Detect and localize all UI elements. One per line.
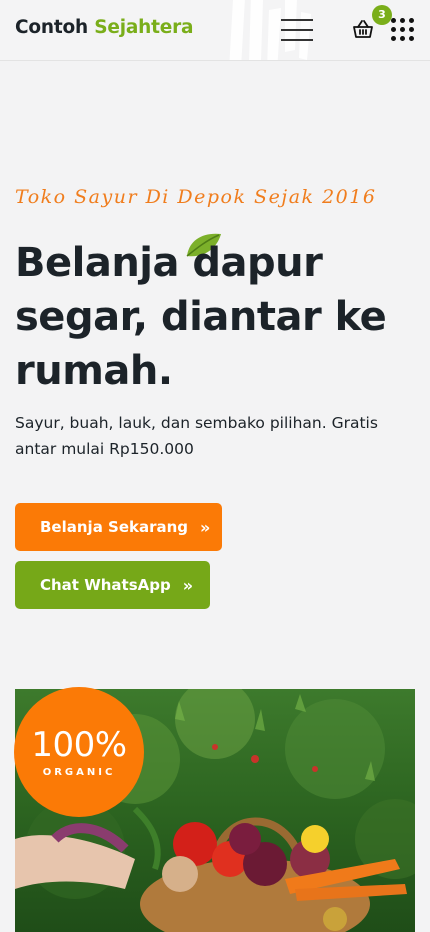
whatsapp-label: Chat WhatsApp xyxy=(40,576,171,594)
shop-now-button[interactable]: Belanja Sekarang » xyxy=(15,503,222,551)
site-logo[interactable]: Contoh Sejahtera xyxy=(15,17,194,38)
organic-percent: 100% xyxy=(31,725,127,765)
shop-now-label: Belanja Sekarang xyxy=(40,518,189,536)
hero-subtext: Sayur, buah, lauk, dan sembako pilihan. … xyxy=(15,414,378,458)
organic-label: ORGANIC xyxy=(42,767,116,778)
organic-badge: 100% ORGANIC xyxy=(14,687,144,817)
menu-button[interactable] xyxy=(281,19,313,41)
logo-word-accent: Sejahtera xyxy=(94,17,194,38)
double-chevron-right-icon: » xyxy=(182,575,194,595)
grid-dots-icon[interactable] xyxy=(391,18,415,42)
hero-tagline: Toko Sayur Di Depok Sejak 2016 xyxy=(15,186,377,208)
basket-icon[interactable] xyxy=(352,18,374,40)
site-header: Contoh Sejahtera 3 xyxy=(0,0,430,61)
cart-count-badge: 3 xyxy=(372,5,392,25)
double-chevron-right-icon: » xyxy=(200,517,211,537)
hamburger-icon xyxy=(281,19,313,21)
logo-word-primary: Contoh xyxy=(15,17,88,38)
whatsapp-chat-button[interactable]: Chat WhatsApp » xyxy=(15,561,210,609)
hero-headline: Belanja dapur segar, diantar ke rumah. xyxy=(15,240,387,394)
